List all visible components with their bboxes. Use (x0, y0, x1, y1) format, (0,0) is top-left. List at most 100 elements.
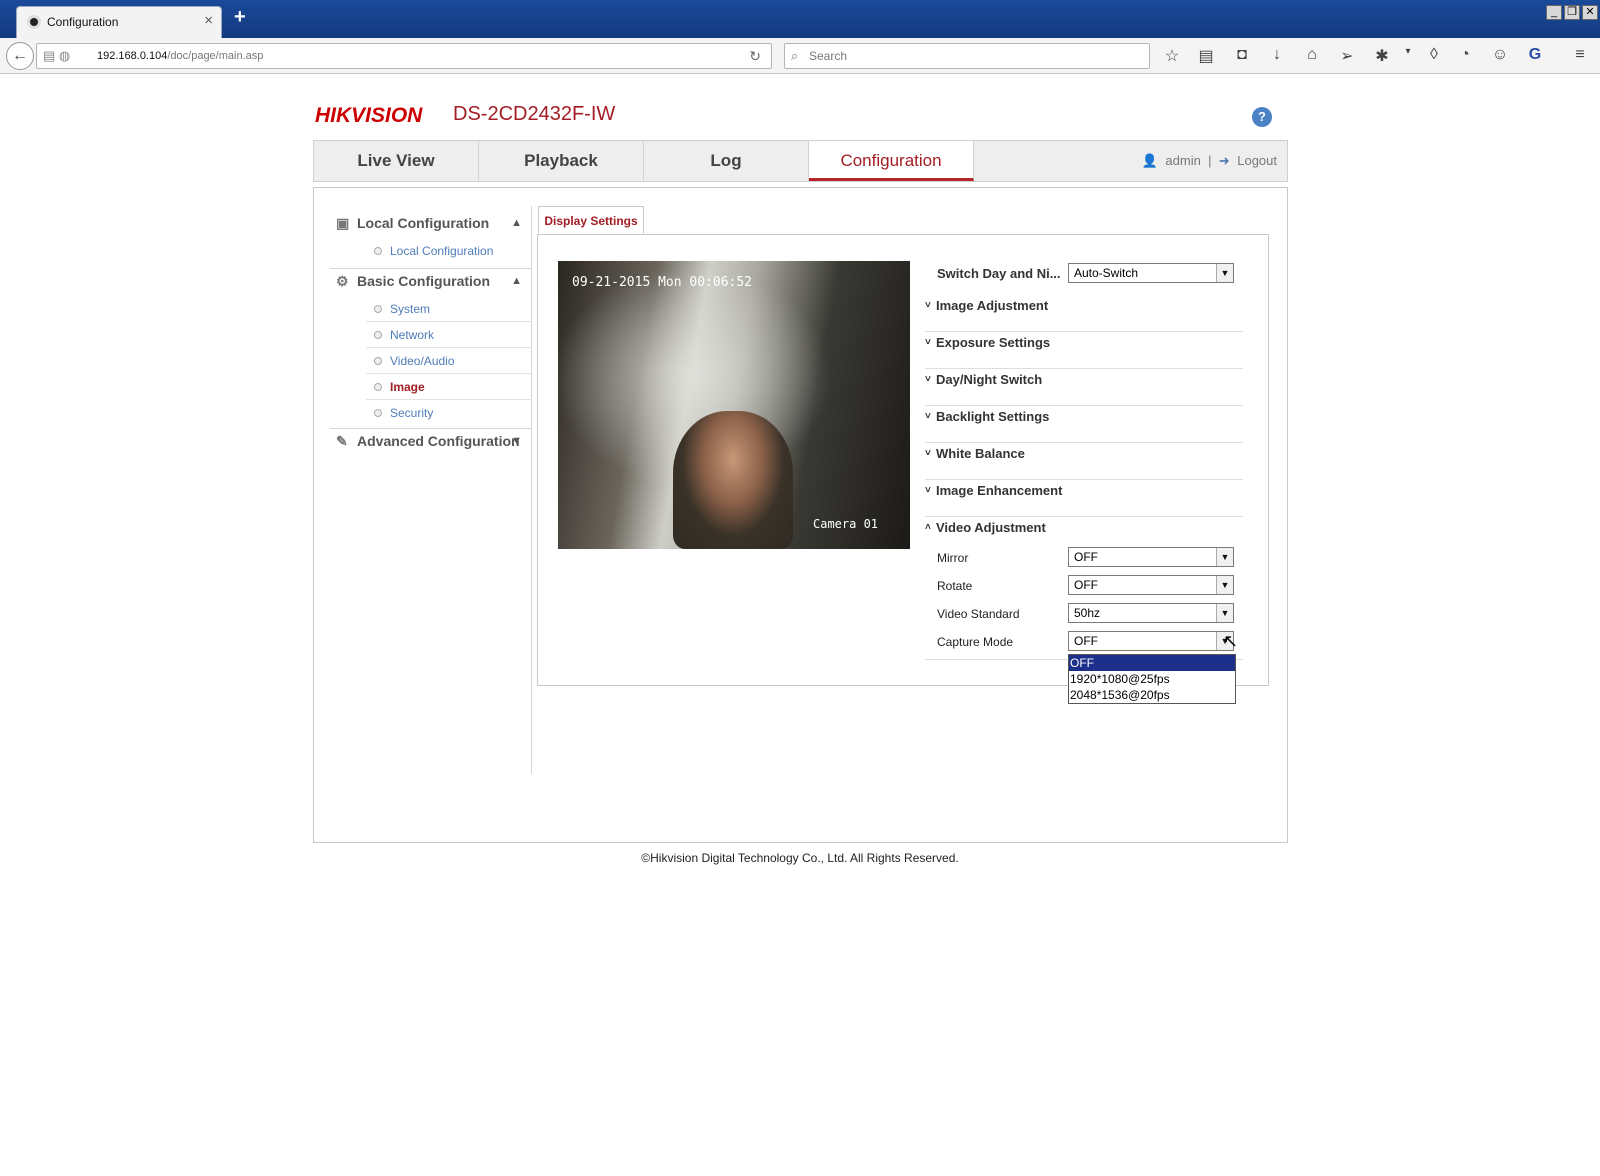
tab-configuration[interactable]: Configuration (809, 141, 974, 181)
sidebar-item-label: Image (390, 380, 425, 394)
select-value: OFF (1074, 578, 1098, 592)
restore-icon[interactable]: ❐ (1564, 5, 1580, 20)
back-button[interactable]: ← (6, 42, 34, 70)
mouse-cursor-icon: ↖ (1223, 631, 1239, 651)
chevron-down-icon: ˅ (925, 485, 931, 496)
home-icon[interactable]: ⌂ (1302, 46, 1322, 64)
window-close-icon[interactable]: ✕ (1582, 5, 1598, 20)
accordion-day-night-switch[interactable]: ˅ Day/Night Switch (925, 370, 1243, 406)
sidebar-section-label: Local Configuration (357, 215, 490, 231)
download-icon[interactable]: ↓ (1267, 46, 1287, 64)
pocket-icon[interactable]: ◘ (1232, 46, 1252, 64)
capture-mode-option[interactable]: 2048*1536@20fps (1069, 687, 1235, 703)
capture-mode-dropdown: OFF 1920*1080@25fps 2048*1536@20fps (1068, 654, 1236, 704)
user-icon: 👤 (1141, 153, 1158, 168)
chevron-down-icon[interactable]: ▼ (1216, 576, 1233, 594)
accordion-label: White Balance (936, 446, 1025, 461)
bookmark-star-icon[interactable]: ☆ (1162, 46, 1182, 66)
sidebar-section-advanced-configuration[interactable]: ✎ Advanced Configuration ▼ (330, 428, 532, 452)
minimize-icon[interactable]: _ (1546, 5, 1562, 20)
rotate-label: Rotate (937, 579, 973, 593)
sidebar-item-local-configuration[interactable]: Local Configuration (366, 238, 532, 264)
send-icon[interactable]: ➢ (1337, 46, 1357, 66)
history-icon[interactable]: ◔ (1455, 46, 1475, 64)
switch-day-night-label: Switch Day and Ni... (937, 266, 1061, 281)
chevron-down-icon: ˅ (925, 374, 931, 385)
browser-tab[interactable]: Configuration × (16, 6, 222, 38)
mirror-select[interactable]: OFF ▼ (1068, 547, 1234, 567)
video-standard-select[interactable]: 50hz ▼ (1068, 603, 1234, 623)
accordion-image-adjustment[interactable]: ˅ Image Adjustment (925, 296, 1243, 332)
sidebar-section-label: Advanced Configuration (357, 433, 520, 449)
mirror-label: Mirror (937, 551, 969, 565)
video-standard-label: Video Standard (937, 607, 1020, 621)
sidebar-section-basic-configuration[interactable]: ⚙ Basic Configuration ▲ (330, 268, 532, 292)
chevron-down-icon: ˅ (925, 448, 931, 459)
close-tab-icon[interactable]: × (204, 12, 213, 29)
sidebar-item-system[interactable]: System (366, 296, 532, 322)
accordion-backlight-settings[interactable]: ˅ Backlight Settings (925, 407, 1243, 443)
sidebar-item-video-audio[interactable]: Video/Audio (366, 348, 532, 374)
sidebar-section-local-configuration[interactable]: ▣ Local Configuration ▲ (330, 211, 532, 235)
select-value: 50hz (1074, 606, 1101, 620)
menu-icon[interactable]: ≡ (1570, 46, 1590, 64)
capture-mode-option[interactable]: 1920*1080@25fps (1069, 671, 1235, 687)
browser-navbar: ← ▤ ◍ 192.168.0.104/doc/page/main.asp ↻ … (0, 38, 1600, 74)
accordion-exposure-settings[interactable]: ˅ Exposure Settings (925, 333, 1243, 369)
chevron-down-icon[interactable]: ▼ (1216, 604, 1233, 622)
reading-list-icon[interactable]: ▤ (1196, 46, 1216, 66)
help-icon[interactable]: ? (1252, 107, 1272, 127)
bullet-icon (374, 409, 382, 417)
search-input[interactable]: ⌕ Search (784, 43, 1150, 69)
browser-tab-title: Configuration (47, 15, 119, 29)
chevron-down-icon: ˅ (925, 411, 931, 422)
url-path: /doc/page/main.asp (167, 50, 264, 62)
capture-mode-option[interactable]: OFF (1069, 655, 1235, 671)
chevron-down-icon: ˅ (925, 300, 931, 311)
logout-icon: ➜ (1218, 153, 1230, 168)
chevron-up-icon: ▲ (511, 217, 522, 229)
droplet-icon[interactable]: ◊ (1424, 46, 1444, 64)
chat-icon[interactable]: ☺ (1490, 46, 1510, 64)
site-info-icon[interactable]: ▤ ◍ (43, 44, 70, 68)
accordion-label: Image Adjustment (936, 298, 1049, 313)
chevron-down-icon[interactable]: ▼ (1216, 548, 1233, 566)
chevron-up-icon: ˄ (925, 522, 931, 533)
accordion-label: Backlight Settings (936, 409, 1050, 424)
new-tab-button[interactable]: + (234, 6, 246, 29)
accordion-image-enhancement[interactable]: ˅ Image Enhancement (925, 481, 1243, 517)
sidebar-item-image[interactable]: Image (366, 374, 532, 400)
tab-playback[interactable]: Playback (479, 141, 644, 181)
live-video-preview: 09-21-2015 Mon 00:06:52 Camera 01 (558, 261, 910, 549)
bullet-icon (374, 331, 382, 339)
reload-icon[interactable]: ↻ (749, 44, 761, 68)
extension-dropdown-icon[interactable]: ▾ (1398, 46, 1418, 57)
tab-live-view[interactable]: Live View (314, 141, 479, 181)
accordion-white-balance[interactable]: ˅ White Balance (925, 444, 1243, 480)
footer-copyright: ©Hikvision Digital Technology Co., Ltd. … (641, 851, 959, 865)
url-bar[interactable]: ▤ ◍ 192.168.0.104/doc/page/main.asp ↻ (36, 43, 772, 69)
sidebar-item-label: Network (390, 328, 435, 342)
video-camera-label: Camera 01 (813, 517, 879, 531)
rotate-select[interactable]: OFF ▼ (1068, 575, 1234, 595)
sidebar-item-label: Local Configuration (390, 244, 494, 258)
select-value: Auto-Switch (1074, 266, 1139, 280)
search-icon: ⌕ (791, 48, 799, 63)
search-placeholder: Search (809, 49, 848, 63)
logout-link[interactable]: Logout (1237, 153, 1277, 168)
chevron-down-icon[interactable]: ▼ (1216, 264, 1233, 282)
sidebar-item-label: System (390, 302, 431, 316)
extension-icon[interactable]: ✱ (1372, 46, 1392, 66)
bullet-icon (374, 247, 382, 255)
switch-day-night-select[interactable]: Auto-Switch ▼ (1068, 263, 1234, 283)
sidebar-item-security[interactable]: Security (366, 400, 532, 426)
browser-titlebar: Configuration × + _ ❐ ✕ (0, 0, 1600, 38)
chevron-up-icon: ▲ (511, 275, 522, 287)
tab-display-settings[interactable]: Display Settings (538, 206, 644, 234)
capture-mode-select[interactable]: OFF ▼ (1068, 631, 1234, 651)
sidebar-item-network[interactable]: Network (366, 322, 532, 348)
brand-logo: HIKVISION (315, 104, 423, 127)
google-icon[interactable]: G (1525, 46, 1545, 64)
tab-log[interactable]: Log (644, 141, 809, 181)
accordion-label: Day/Night Switch (936, 372, 1043, 387)
